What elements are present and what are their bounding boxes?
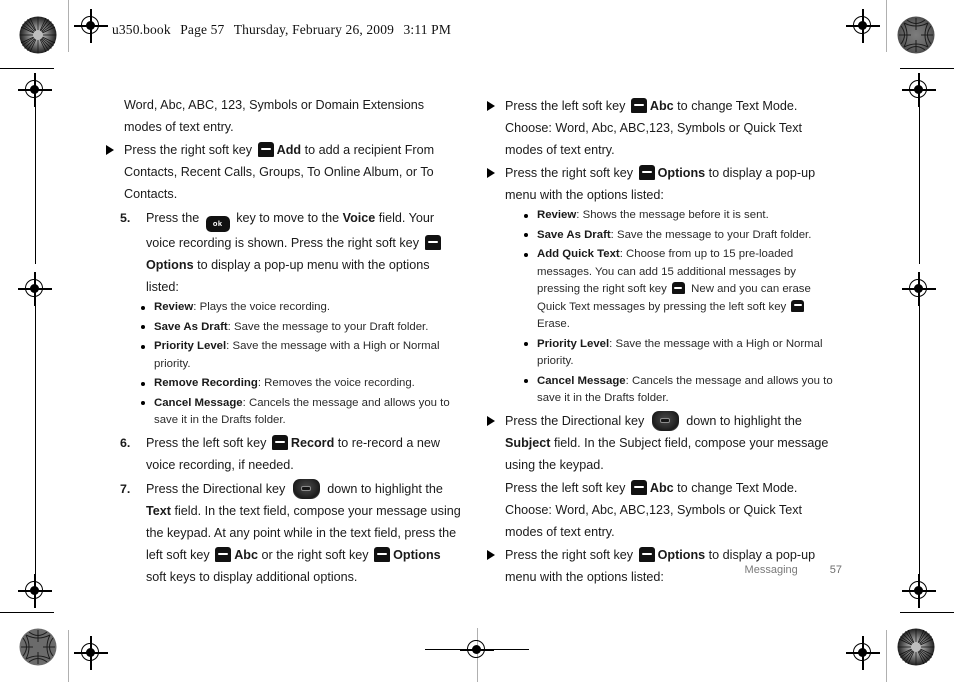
option-name: Add Quick Text: [537, 248, 620, 260]
numbered-step: 7. Press the Directional key down to high…: [106, 478, 461, 588]
soft-key-icon: [215, 546, 232, 562]
option-bullet-list: Review: Plays the voice recording. Save A…: [106, 299, 461, 430]
dot-bullet-icon: [141, 401, 145, 405]
option-list-item: Save As Draft: Save the message to your …: [522, 227, 842, 245]
option-name: Save As Draft: [537, 228, 611, 241]
emphasized-term: Subject: [505, 435, 551, 450]
arrow-bullet-text: Press the right soft key Add to add a re…: [124, 142, 435, 201]
footer-section-label: Messaging: [744, 564, 798, 576]
step-number: 7.: [120, 481, 131, 496]
arrow-bullet-item: Press the right soft key Add to add a re…: [106, 139, 461, 205]
numbered-step: 5. Press the ok key to move to the Voice …: [106, 207, 461, 298]
footer-page-number: 57: [829, 564, 842, 576]
step-number: 6.: [120, 435, 131, 450]
triangle-bullet-icon: [106, 145, 114, 155]
option-description: : Removes the voice recording.: [257, 377, 415, 389]
emphasized-term: Record: [290, 435, 335, 450]
arrow-bullet-text: Press the left soft key Abc to change Te…: [505, 98, 803, 157]
column-left: Word, Abc, ABC, 123, Symbols or Domain E…: [106, 94, 461, 589]
option-description: : Save the message to your Draft folder.: [227, 320, 429, 333]
emphasized-term: Add: [276, 143, 302, 157]
dot-bullet-icon: [524, 252, 528, 257]
emphasized-term: Text: [146, 503, 171, 518]
option-bullet-list: Review: Shows the message before it is s…: [487, 207, 842, 408]
dot-bullet-icon: [524, 213, 528, 218]
option-list-item: Priority Level: Save the message with a …: [139, 338, 461, 373]
step-text: Press the ok key to move to the Voice fi…: [146, 211, 444, 294]
emphasized-term: Options: [657, 547, 706, 562]
step-text: Press the left soft key Record to re-rec…: [146, 434, 440, 472]
option-list-item: Save As Draft: Save the message to your …: [139, 319, 461, 337]
directional-key-icon: [651, 410, 679, 431]
option-list-item: Add Quick Text: Choose from up to 15 pre…: [522, 246, 842, 334]
file-header-filename: u350.book: [112, 22, 171, 37]
option-description: : Save the message to your Draft folder.: [610, 228, 812, 241]
soft-key-icon: [271, 434, 288, 450]
option-list-item: Review: Shows the message before it is s…: [522, 207, 842, 225]
soft-key-icon: [257, 142, 274, 157]
dot-bullet-icon: [524, 342, 528, 346]
option-list-item: Review: Plays the voice recording.: [139, 299, 461, 317]
arrow-bullet-text: Press the Directional key down to highli…: [505, 410, 842, 476]
dot-bullet-icon: [141, 305, 145, 310]
option-description: : Plays the voice recording.: [193, 301, 331, 313]
option-list-item: Cancel Message: Cancels the message and …: [139, 395, 461, 430]
dot-bullet-icon: [141, 344, 145, 349]
soft-key-icon: [630, 98, 647, 113]
dot-bullet-icon: [524, 233, 528, 237]
triangle-bullet-icon: [487, 168, 495, 178]
emphasized-term: Options: [146, 258, 194, 272]
file-header-page: Page 57: [180, 22, 225, 37]
option-name: Review: [154, 301, 194, 313]
arrow-bullet-item: Press the Directional key down to highli…: [487, 410, 842, 476]
triangle-bullet-icon: [487, 101, 495, 111]
soft-key-icon: [791, 299, 805, 312]
file-header-line: u350.book Page 57 Thursday, February 26,…: [112, 22, 451, 38]
body-paragraph: Press the left soft key Abc to change Te…: [505, 479, 803, 539]
step-number: 5.: [120, 211, 131, 225]
manual-page: u350.book Page 57 Thursday, February 26,…: [0, 0, 954, 682]
option-description: : Choose from up to 15 pre-loaded messag…: [537, 248, 811, 330]
soft-key-icon: [424, 235, 441, 250]
option-list-item: Priority Level: Save the message with a …: [522, 336, 842, 371]
option-name: Priority Level: [154, 340, 227, 352]
option-list-item: Cancel Message: Cancels the message and …: [522, 373, 842, 408]
option-description: : Shows the message before it is sent.: [576, 209, 769, 221]
emphasized-term: Voice: [342, 211, 376, 225]
option-name: Priority Level: [537, 337, 610, 350]
triangle-bullet-icon: [487, 415, 495, 426]
directional-key-icon: [292, 478, 320, 499]
soft-key-icon: [638, 546, 655, 562]
option-name: Cancel Message: [537, 374, 626, 387]
file-header-time: 3:11 PM: [403, 22, 451, 37]
arrow-bullet-item: Press the left soft key Abc to change Te…: [487, 95, 842, 161]
arrow-bullet-text: Press the right soft key Options to disp…: [505, 165, 816, 202]
emphasized-term: Options: [657, 166, 706, 180]
body-paragraph: Word, Abc, ABC, 123, Symbols or Domain E…: [124, 98, 425, 134]
ok-key-icon: ok: [205, 216, 230, 232]
page-footer: Messaging 57: [487, 564, 842, 576]
numbered-step: 6. Press the left soft key Record to re-r…: [106, 432, 461, 476]
step-text: Press the Directional key down to highli…: [146, 478, 461, 584]
emphasized-term: Abc: [234, 547, 258, 562]
emphasized-term: Abc: [649, 480, 674, 495]
triangle-bullet-icon: [487, 549, 495, 560]
soft-key-icon: [630, 479, 647, 495]
dot-bullet-icon: [141, 381, 145, 386]
emphasized-term: Abc: [649, 99, 674, 113]
option-name: Cancel Message: [154, 396, 243, 409]
soft-key-icon: [671, 282, 685, 294]
soft-key-icon: [638, 165, 655, 180]
soft-key-icon: [374, 546, 391, 562]
dot-bullet-icon: [141, 325, 145, 329]
emphasized-term: Options: [393, 547, 441, 562]
option-name: Save As Draft: [154, 320, 228, 333]
option-name: Review: [537, 209, 577, 221]
option-name: Remove Recording: [154, 377, 258, 389]
dot-bullet-icon: [524, 379, 528, 383]
file-header-date: Thursday, February 26, 2009: [233, 22, 394, 37]
column-right: Press the left soft key Abc to change Te…: [487, 94, 842, 589]
option-list-item: Remove Recording: Removes the voice reco…: [139, 375, 461, 393]
arrow-bullet-item: Press the right soft key Options to disp…: [487, 162, 842, 206]
